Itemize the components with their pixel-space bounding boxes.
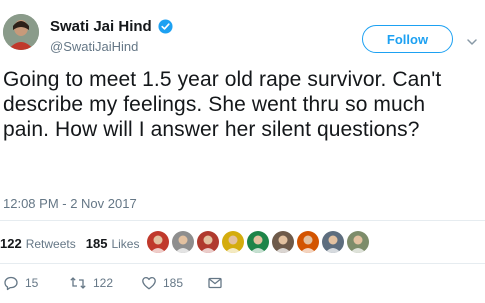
likes-label: Likes <box>111 236 140 251</box>
like-button[interactable]: 185 <box>141 275 207 291</box>
display-name-text[interactable]: Swati Jai Hind <box>50 18 152 35</box>
liker-avatars <box>147 231 369 253</box>
retweets-stat[interactable]: 122 Retweets <box>0 236 76 251</box>
reply-button[interactable]: 15 <box>3 275 69 291</box>
liker-avatar-9[interactable] <box>347 231 369 253</box>
liker-avatar-5[interactable] <box>247 231 269 253</box>
liker-avatar-4[interactable] <box>222 231 244 253</box>
tweet-timestamp[interactable]: 12:08 PM - 2 Nov 2017 <box>3 196 137 211</box>
avatar[interactable] <box>3 14 39 50</box>
tweet-text: Going to meet 1.5 year old rape survivor… <box>3 68 442 141</box>
reply-count: 15 <box>25 276 39 290</box>
likes-stat[interactable]: 185 Likes <box>86 236 140 251</box>
verified-badge-icon <box>158 19 173 34</box>
direct-message-button[interactable] <box>207 275 223 291</box>
divider <box>0 220 485 221</box>
retweet-count: 122 <box>93 276 114 290</box>
retweets-count: 122 <box>0 235 22 251</box>
like-count: 185 <box>163 276 184 290</box>
tweet-actions: 15 122 185 <box>0 272 223 294</box>
liker-avatar-8[interactable] <box>322 231 344 253</box>
follow-button[interactable]: Follow <box>362 25 453 53</box>
chevron-down-icon[interactable] <box>466 34 478 45</box>
envelope-icon <box>208 277 222 289</box>
tweet-stats: 122 Retweets 185 Likes <box>0 232 149 254</box>
retweet-icon <box>70 277 86 289</box>
tweet-card: Swati Jai Hind @SwatiJaiHind Follow Goin… <box>0 0 485 303</box>
user-handle[interactable]: @SwatiJaiHind <box>50 39 138 54</box>
liker-avatar-3[interactable] <box>197 231 219 253</box>
display-name[interactable]: Swati Jai Hind <box>50 18 173 35</box>
liker-avatar-1[interactable] <box>147 231 169 253</box>
reply-icon <box>4 276 18 291</box>
divider <box>0 263 485 264</box>
follow-button-label: Follow <box>386 31 429 47</box>
likes-count: 185 <box>85 235 108 251</box>
liker-avatar-2[interactable] <box>172 231 194 253</box>
heart-icon <box>142 276 156 290</box>
retweets-label: Retweets <box>25 236 76 251</box>
liker-avatar-7[interactable] <box>297 231 319 253</box>
liker-avatar-6[interactable] <box>272 231 294 253</box>
retweet-button[interactable]: 122 <box>69 275 141 291</box>
